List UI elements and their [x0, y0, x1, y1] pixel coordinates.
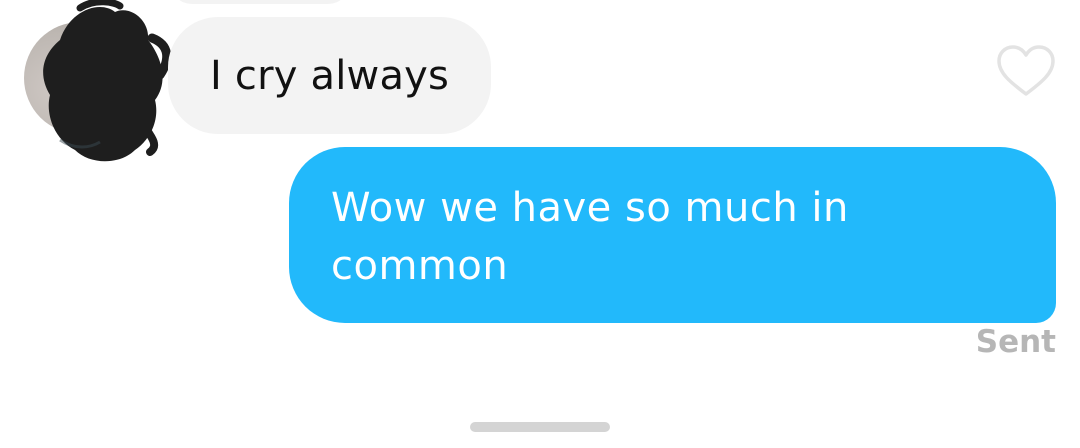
outgoing-message-bubble[interactable]: Wow we have so much in common: [289, 147, 1056, 323]
incoming-message-bubble[interactable]: I cry always: [168, 17, 492, 134]
heart-outline-icon[interactable]: [996, 44, 1056, 98]
incoming-message-text: I cry always: [210, 52, 450, 99]
previous-message-bubble: [170, 0, 350, 4]
avatar[interactable]: [24, 0, 172, 162]
home-indicator[interactable]: [470, 422, 610, 432]
avatar-scribble: [43, 0, 172, 162]
message-status: Sent: [975, 324, 1056, 360]
outgoing-message-text: Wow we have so much in common: [331, 185, 849, 289]
